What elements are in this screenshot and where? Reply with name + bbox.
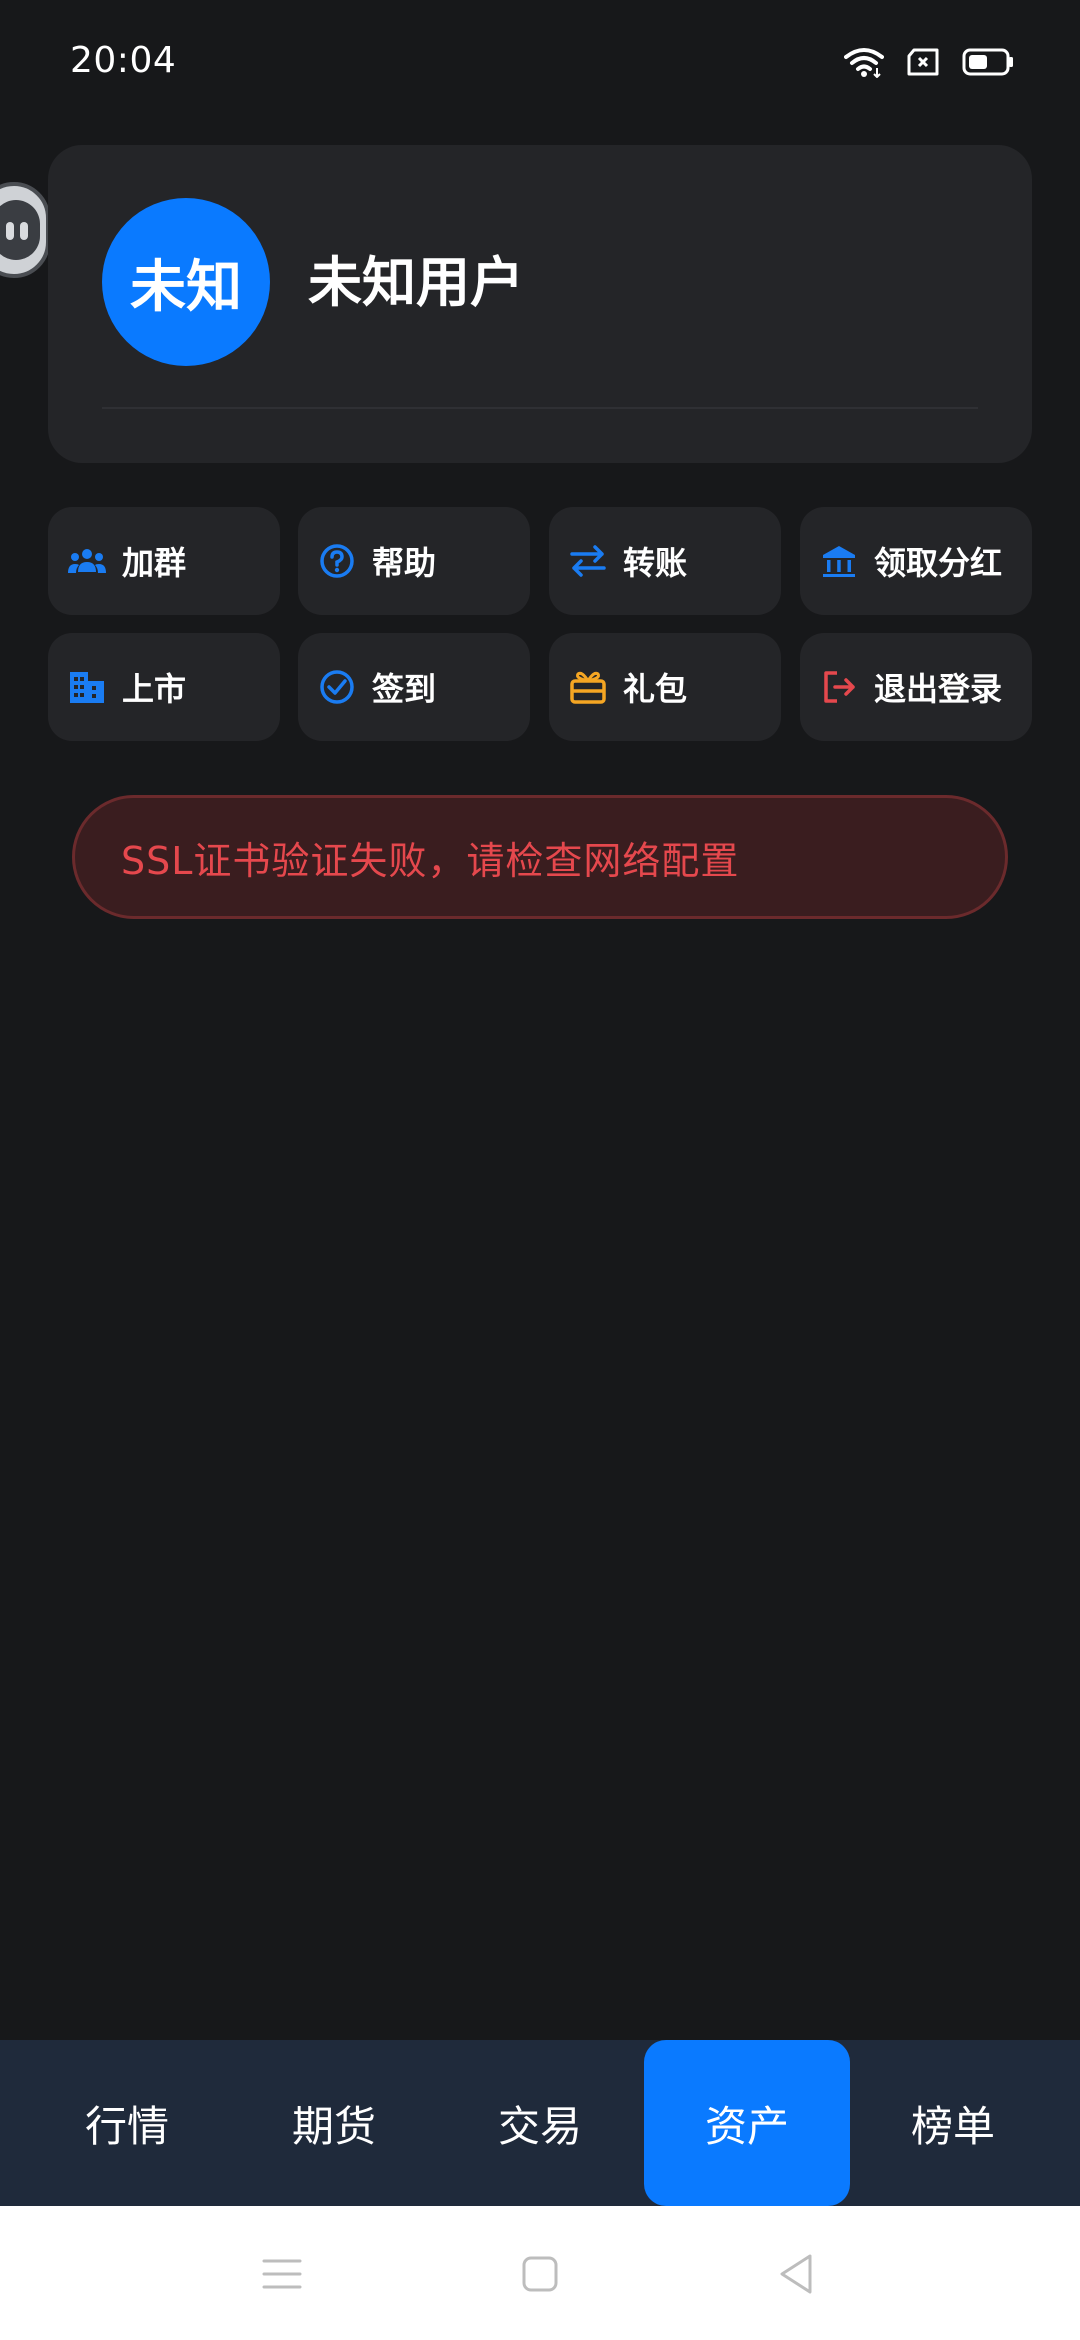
bottom-tab-bar: 行情 期货 交易 资产 榜单 [0, 2040, 1080, 2206]
profile-card[interactable]: 未知 未知用户 [48, 145, 1032, 463]
wifi-icon [844, 46, 884, 78]
check-in-button[interactable]: 签到 [298, 633, 530, 741]
status-time: 20:04 [70, 40, 177, 81]
menu-icon[interactable] [254, 2246, 310, 2302]
battery-icon [962, 48, 1014, 76]
tab-market[interactable]: 行情 [24, 2040, 230, 2206]
listing-button[interactable]: 上市 [48, 633, 280, 741]
transfer-icon [567, 540, 609, 582]
system-nav-bar [0, 2206, 1080, 2340]
check-circle-icon [316, 666, 358, 708]
sim-error-icon [906, 48, 940, 76]
gift-pack-button[interactable]: 礼包 [549, 633, 781, 741]
avatar[interactable]: 未知 [102, 198, 270, 366]
action-label: 领取分红 [874, 544, 1003, 582]
logout-icon [818, 666, 860, 708]
action-label: 转账 [623, 544, 688, 582]
action-label: 上市 [122, 670, 187, 708]
error-banner: SSL证书验证失败，请检查网络配置 [72, 795, 1008, 919]
gift-icon [567, 666, 609, 708]
join-group-button[interactable]: 加群 [48, 507, 280, 615]
error-message: SSL证书验证失败，请检查网络配置 [121, 838, 740, 883]
action-label: 礼包 [623, 670, 688, 708]
floating-assistant-button[interactable] [0, 182, 50, 278]
home-icon[interactable] [512, 2246, 568, 2302]
status-bar: 20:04 [0, 0, 1080, 130]
back-icon[interactable] [768, 2246, 824, 2302]
logout-button[interactable]: 退出登录 [800, 633, 1032, 741]
tab-trade[interactable]: 交易 [437, 2040, 643, 2206]
claim-dividend-button[interactable]: 领取分红 [800, 507, 1032, 615]
action-label: 签到 [372, 670, 437, 708]
username: 未知用户 [308, 251, 524, 314]
help-button[interactable]: 帮助 [298, 507, 530, 615]
help-icon [316, 540, 358, 582]
divider [102, 407, 978, 409]
transfer-button[interactable]: 转账 [549, 507, 781, 615]
tab-futures[interactable]: 期货 [231, 2040, 437, 2206]
action-label: 帮助 [372, 544, 437, 582]
bank-icon [818, 540, 860, 582]
action-label: 加群 [122, 544, 187, 582]
tab-leaderboard[interactable]: 榜单 [850, 2040, 1056, 2206]
building-icon [66, 666, 108, 708]
group-icon [66, 540, 108, 582]
status-icons [844, 46, 1014, 78]
action-label: 退出登录 [874, 670, 1003, 708]
tab-assets[interactable]: 资产 [644, 2040, 850, 2206]
